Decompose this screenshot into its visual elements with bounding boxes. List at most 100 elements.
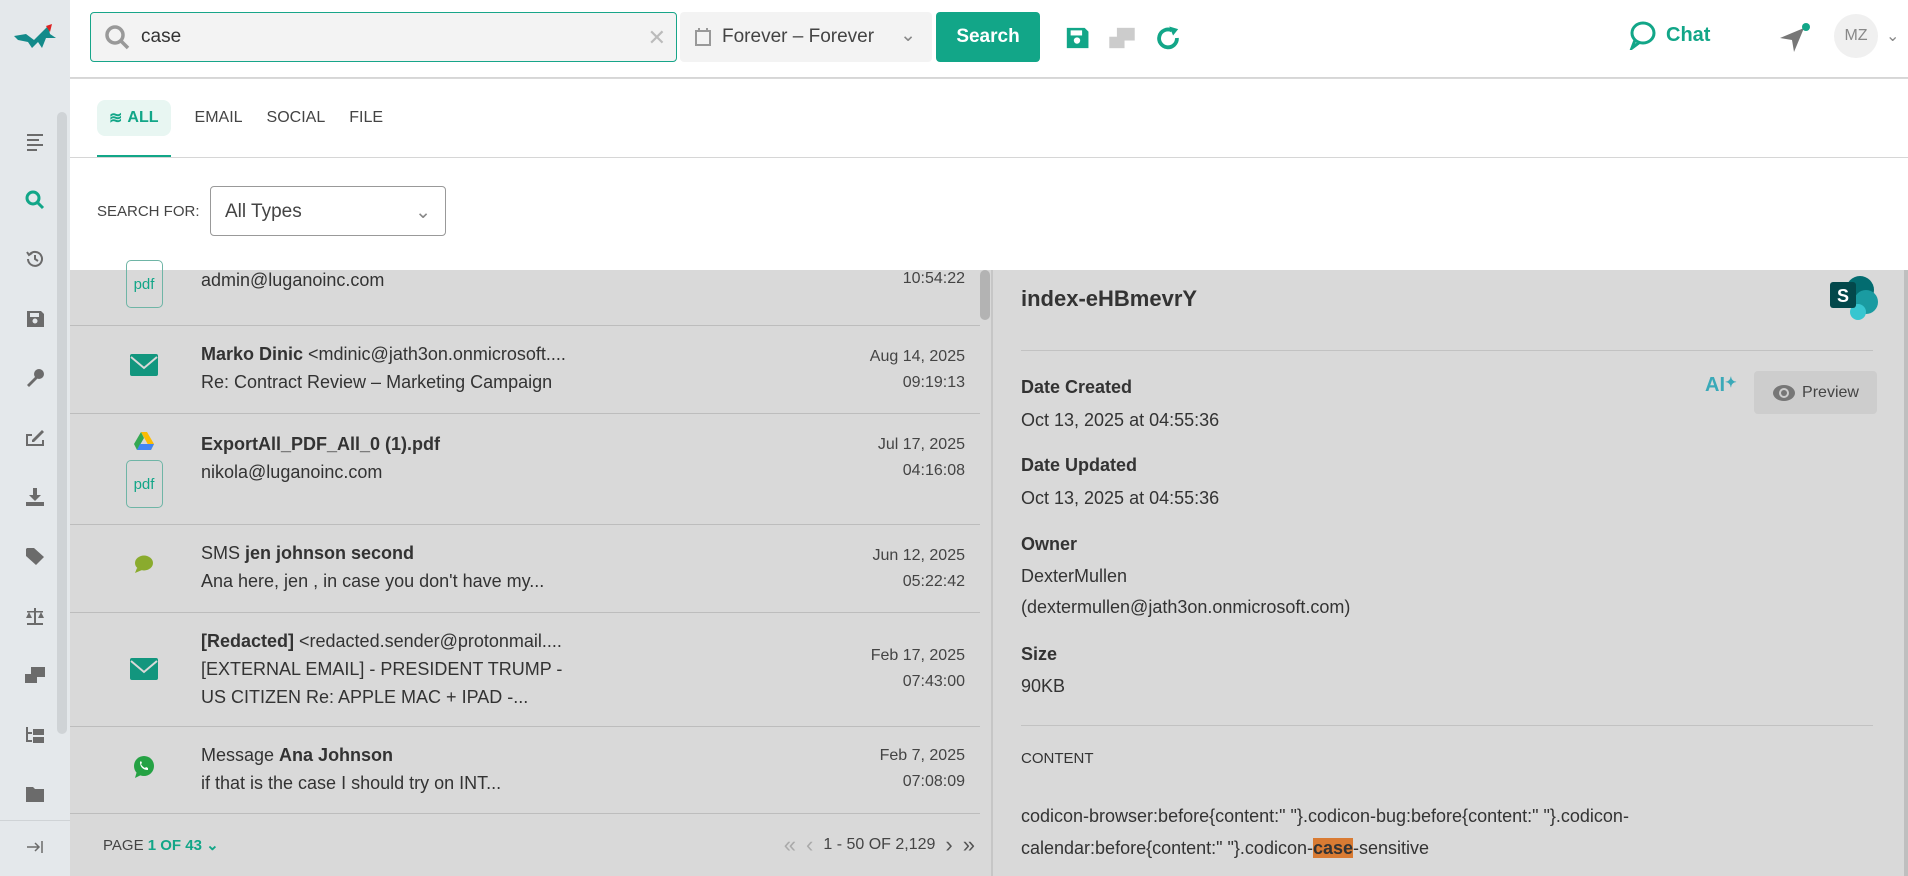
result-type: Message — [201, 745, 280, 765]
size-value: 90KB — [1021, 676, 1066, 696]
detail-scrollbar[interactable] — [1904, 270, 1908, 876]
sidebar — [0, 0, 70, 876]
result-time: 07:43:00 — [902, 673, 965, 690]
result-sender: Marko Dinic — [201, 344, 304, 364]
scale-icon — [26, 608, 44, 625]
sidebar-item-folders[interactable] — [22, 781, 48, 807]
sidebar-item-tags[interactable] — [22, 543, 48, 569]
search-input[interactable] — [141, 26, 621, 48]
pdf-icon: pdf — [125, 260, 163, 308]
chevron-down-icon: ⌄ — [415, 202, 431, 223]
result-date: Feb 17, 2025 — [870, 647, 965, 664]
list-item[interactable]: SMS jen johnson second Ana here, jen , in… — [70, 525, 980, 613]
size-label: Size — [1021, 644, 1058, 664]
tab-all[interactable]: ≋ ALL — [97, 100, 171, 136]
save-search-icon[interactable] — [1063, 24, 1091, 52]
result-filename: ExportAll_PDF_All_0 (1).pdf — [201, 434, 441, 454]
sidebar-item-sign[interactable] — [22, 424, 48, 450]
sidebar-item-export[interactable] — [22, 484, 48, 510]
result-date: Feb 7, 2025 — [879, 747, 965, 764]
result-date: Jun 12, 2025 — [872, 547, 965, 564]
results-list: pdf admin@luganoinc.com 10:54:22 Marko D… — [70, 260, 993, 876]
sms-icon — [135, 555, 153, 573]
sidebar-scrollbar[interactable] — [57, 112, 67, 734]
ai-label: AI — [1705, 374, 1725, 396]
chat-bubble-icon — [1629, 21, 1656, 50]
save-icon — [27, 311, 44, 327]
chevron-down-icon: ⌄ — [206, 837, 219, 854]
next-page-icon[interactable]: › — [945, 832, 952, 858]
layers-icon: ≋ — [109, 110, 123, 127]
result-subject: Re: Contract Review – Marketing Campaign — [201, 372, 553, 392]
result-time: 04:16:08 — [902, 462, 965, 479]
result-icon: pdf — [125, 260, 163, 308]
tab-file[interactable]: FILE — [349, 109, 383, 127]
chat-button[interactable]: Chat — [1628, 20, 1710, 50]
result-line: admin@luganoinc.com — [201, 270, 385, 290]
chevron-down-icon[interactable]: ⌄ — [1886, 26, 1899, 46]
download-icon — [26, 488, 44, 506]
tag-icon — [26, 548, 44, 565]
sidebar-divider — [0, 820, 70, 821]
email-icon — [130, 658, 158, 680]
result-date: Jul 17, 2025 — [877, 436, 965, 453]
result-time: 07:08:09 — [902, 773, 965, 790]
pagination-bar: PAGE 1 OF 43 ⌄ « ‹ 1 - 50 OF 2,129 › » — [70, 814, 990, 876]
sidebar-item-saved[interactable] — [22, 306, 48, 332]
result-snippet: Ana here, jen , in case you don't have m… — [201, 571, 545, 591]
email-icon — [130, 354, 158, 376]
preview-button[interactable]: Preview — [1754, 371, 1877, 414]
tab-social[interactable]: SOCIAL — [267, 109, 326, 127]
result-time: 09:19:13 — [902, 374, 965, 391]
first-page-icon[interactable]: « — [784, 832, 796, 858]
result-time: 05:22:42 — [902, 573, 965, 590]
prev-page-icon[interactable]: ‹ — [806, 832, 813, 858]
date-created-label: Date Created — [1021, 377, 1133, 397]
send-notification-icon[interactable] — [1778, 22, 1812, 54]
result-snippet: if that is the case I should try on INT.… — [201, 773, 502, 793]
result-range: 1 - 50 OF 2,129 — [823, 836, 936, 853]
calendar-icon — [695, 28, 711, 46]
sidebar-item-keys[interactable] — [22, 365, 48, 391]
sidebar-item-search[interactable] — [22, 187, 48, 213]
chevron-down-icon: ⌄ — [900, 25, 916, 46]
search-box: ✕ — [90, 12, 677, 62]
date-created-value: Oct 13, 2025 at 04:55:36 — [1021, 410, 1220, 430]
detail-panel: index-eHBmevrY S Date Created Oct 13, 20… — [995, 270, 1908, 876]
list-item[interactable]: pdf ExportAll_PDF_All_0 (1).pdf nikola@lu… — [70, 414, 980, 525]
list-item[interactable]: [Redacted] <redacted.sender@protonmail..… — [70, 613, 980, 727]
date-range-dropdown[interactable]: Forever – Forever ⌄ — [680, 12, 932, 62]
search-icon — [25, 190, 45, 210]
tab-email[interactable]: EMAIL — [195, 109, 243, 127]
divider — [1021, 350, 1873, 351]
search-for-select[interactable]: All Types ⌄ — [210, 186, 446, 236]
search-button[interactable]: Search — [936, 12, 1040, 62]
results-scrollbar[interactable] — [980, 270, 990, 320]
clear-search-icon[interactable]: ✕ — [648, 25, 666, 51]
bulk-action-icon[interactable] — [1108, 24, 1136, 52]
list-item[interactable]: pdf admin@luganoinc.com 10:54:22 — [70, 240, 980, 326]
list-item[interactable]: Message Ana Johnson if that is the case I… — [70, 727, 980, 814]
user-avatar[interactable]: MZ — [1834, 14, 1878, 58]
document-title: index-eHBmevrY — [1021, 286, 1198, 311]
key-icon — [27, 369, 44, 387]
sidebar-expand-button[interactable] — [22, 834, 48, 860]
sidebar-item-list[interactable] — [22, 128, 48, 154]
chat-label: Chat — [1666, 23, 1711, 46]
fox-logo-icon[interactable] — [12, 24, 58, 52]
result-sender-email: <mdinic@jath3on.onmicrosoft.... — [303, 344, 566, 364]
sidebar-item-messages[interactable] — [22, 662, 48, 688]
result-subject: [EXTERNAL EMAIL] - PRESIDENT TRUMP - — [201, 659, 563, 679]
refresh-icon[interactable] — [1154, 24, 1182, 52]
last-page-icon[interactable]: » — [963, 832, 975, 858]
ai-sparkle-button[interactable]: AI✦ — [1705, 374, 1737, 397]
pdf-icon: pdf — [125, 460, 163, 508]
sidebar-item-hierarchy[interactable] — [22, 722, 48, 748]
list-item[interactable]: Marko Dinic <mdinic@jath3on.onmicrosoft.… — [70, 326, 980, 414]
result-owner: nikola@luganoinc.com — [201, 462, 383, 482]
date-updated-value: Oct 13, 2025 at 04:55:36 — [1021, 488, 1220, 508]
sidebar-item-legal[interactable] — [22, 603, 48, 629]
sidebar-item-history[interactable] — [22, 246, 48, 272]
date-range-value: Forever – Forever — [722, 26, 875, 47]
page-selector[interactable]: PAGE 1 OF 43 ⌄ — [103, 836, 219, 854]
